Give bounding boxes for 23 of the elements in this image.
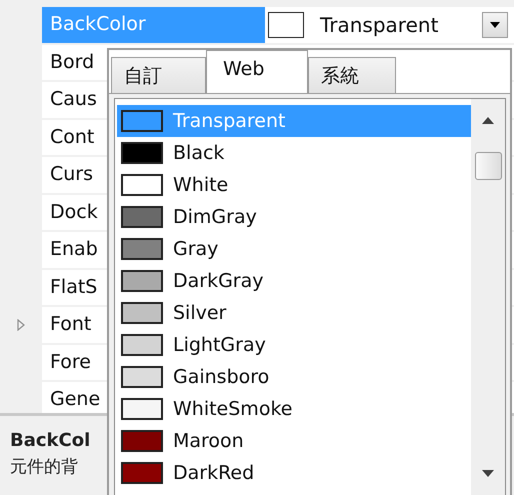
caret-icon[interactable] bbox=[490, 22, 500, 28]
description-text: 元件的背 bbox=[10, 456, 78, 478]
color-option[interactable]: Gainsboro bbox=[117, 361, 471, 393]
color-option[interactable]: LightGray bbox=[117, 329, 471, 361]
color-option[interactable]: DimGray bbox=[117, 201, 471, 233]
scroll-down-icon[interactable] bbox=[482, 470, 494, 477]
scroll-thumb[interactable] bbox=[474, 152, 502, 180]
color-option[interactable]: DarkGray bbox=[117, 265, 471, 297]
color-option[interactable]: Maroon bbox=[117, 425, 471, 457]
color-option[interactable]: Silver bbox=[117, 297, 471, 329]
color-swatch bbox=[268, 12, 304, 38]
color-option[interactable]: Black bbox=[117, 137, 471, 169]
description-title: BackCol bbox=[10, 430, 90, 451]
color-option[interactable]: Gray bbox=[117, 233, 471, 265]
expand-icon[interactable] bbox=[17, 318, 25, 331]
tab[interactable]: Web bbox=[206, 50, 308, 93]
scrollbar[interactable] bbox=[471, 99, 505, 495]
color-option[interactable]: DarkRed bbox=[117, 457, 471, 489]
dropdown-button[interactable] bbox=[482, 12, 508, 38]
color-option[interactable]: White bbox=[117, 169, 471, 201]
tab[interactable]: 系統 bbox=[308, 57, 396, 93]
color-option[interactable]: WhiteSmoke bbox=[117, 393, 471, 425]
tab[interactable]: 自訂 bbox=[111, 57, 206, 93]
